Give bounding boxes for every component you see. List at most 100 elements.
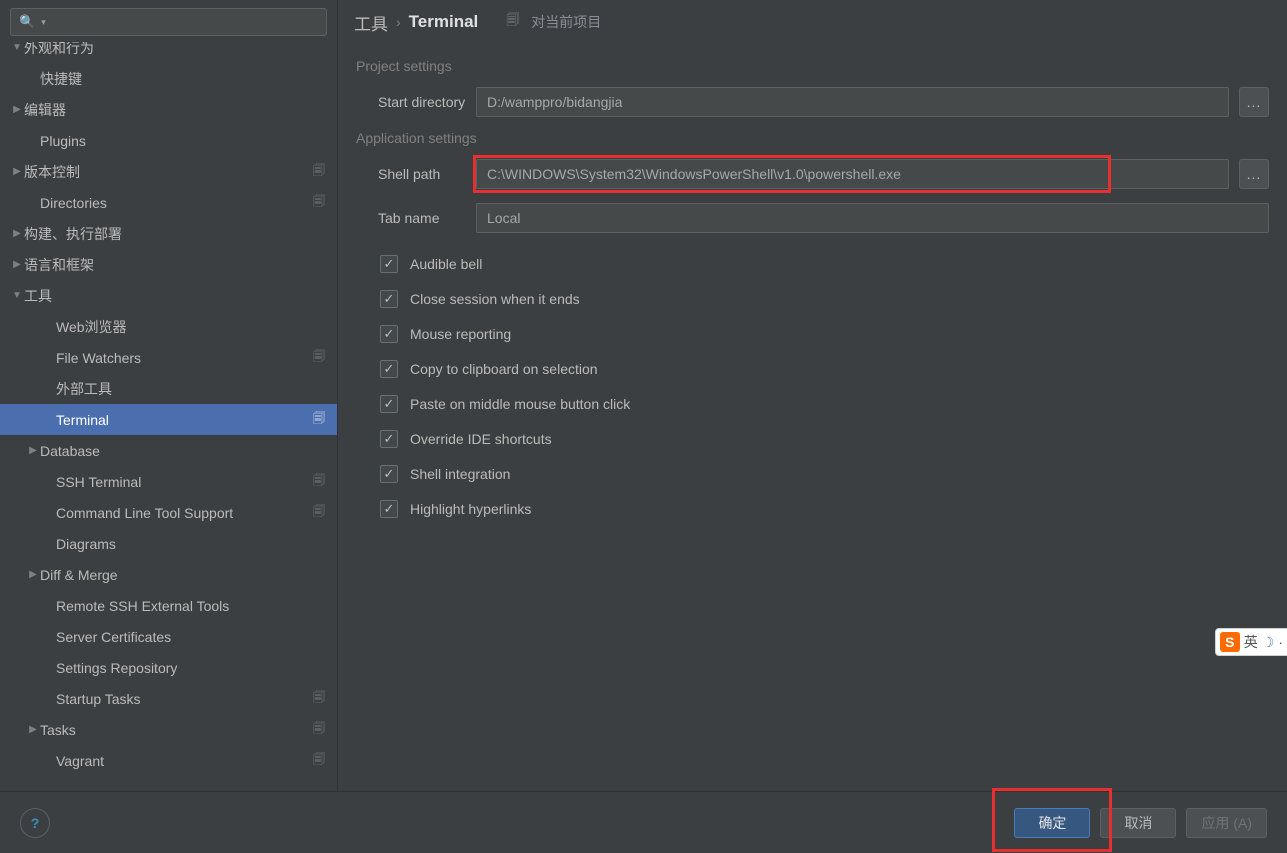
tree-item-label: 外部工具 — [56, 379, 325, 399]
tree-item-database[interactable]: ▶Database — [0, 435, 337, 466]
tree-item-web-[interactable]: Web浏览器 — [0, 311, 337, 342]
ime-lang: 英 — [1244, 632, 1258, 652]
tree-item-ssh-terminal[interactable]: SSH Terminal🗐 — [0, 466, 337, 497]
checkbox-shell-integration[interactable]: ✓Shell integration — [380, 456, 1269, 491]
ime-logo-icon: S — [1220, 632, 1240, 652]
shell-path-browse-button[interactable]: ... — [1239, 159, 1269, 189]
chevron-down-icon: ▾ — [41, 17, 46, 28]
chevron-right-icon: ▶ — [10, 228, 24, 239]
ime-indicator: S 英 ☽ · — [1215, 628, 1287, 656]
breadcrumb-root: 工具 — [354, 10, 388, 35]
shell-path-input[interactable]: C:\WINDOWS\System32\WindowsPowerShell\v1… — [476, 159, 1229, 189]
checkbox-audible-bell[interactable]: ✓Audible bell — [380, 246, 1269, 281]
start-directory-input[interactable]: D:/wamppro/bidangjia — [476, 87, 1229, 117]
tree-item-label: Web浏览器 — [56, 317, 325, 337]
checkbox-label: Mouse reporting — [410, 326, 511, 342]
checkbox-close-session-when-it-ends[interactable]: ✓Close session when it ends — [380, 281, 1269, 316]
tree-item-vagrant[interactable]: Vagrant🗐 — [0, 745, 337, 776]
checkbox-mouse-reporting[interactable]: ✓Mouse reporting — [380, 316, 1269, 351]
copy-icon: 🗐 — [313, 192, 325, 213]
search-input[interactable]: 🔍 ▾ — [10, 8, 327, 36]
start-directory-label: Start directory — [378, 94, 476, 110]
copy-icon: 🗐 — [313, 688, 325, 709]
chevron-down-icon: ▼ — [10, 290, 24, 301]
checkbox-highlight-hyperlinks[interactable]: ✓Highlight hyperlinks — [380, 491, 1269, 526]
start-directory-browse-button[interactable]: ... — [1239, 87, 1269, 117]
tree-item--[interactable]: ▶构建、执行部署 — [0, 218, 337, 249]
breadcrumb-leaf: Terminal — [409, 12, 479, 32]
tree-item--[interactable]: 外部工具 — [0, 373, 337, 404]
help-button[interactable]: ? — [20, 808, 50, 838]
tree-item-label: Vagrant — [56, 753, 313, 769]
copy-icon: 🗐 — [506, 11, 519, 33]
settings-sidebar: 🔍 ▾ ▼外观和行为快捷键▶编辑器Plugins▶版本控制🗐Directorie… — [0, 0, 338, 791]
tree-item-terminal[interactable]: Terminal🗐 — [0, 404, 337, 435]
tree-item-label: 编辑器 — [24, 100, 325, 120]
checkbox-box: ✓ — [380, 255, 398, 273]
chevron-right-icon: ▶ — [26, 445, 40, 456]
checkbox-box: ✓ — [380, 395, 398, 413]
checkbox-label: Close session when it ends — [410, 291, 580, 307]
options-checklist: ✓Audible bell✓Close session when it ends… — [380, 246, 1269, 526]
tree-item-file-watchers[interactable]: File Watchers🗐 — [0, 342, 337, 373]
chevron-right-icon: ▶ — [10, 166, 24, 177]
dialog-footer: ? 确定 取消 应用 (A) — [0, 791, 1287, 853]
tree-item-label: Server Certificates — [56, 629, 325, 645]
shell-path-value: C:\WINDOWS\System32\WindowsPowerShell\v1… — [487, 166, 901, 182]
copy-icon: 🗐 — [313, 750, 325, 771]
tree-item-label: 构建、执行部署 — [24, 224, 325, 244]
tree-item-diff-merge[interactable]: ▶Diff & Merge — [0, 559, 337, 590]
copy-icon: 🗐 — [313, 347, 325, 368]
tree-item--[interactable]: ▶编辑器 — [0, 94, 337, 125]
tree-item--[interactable]: ▼工具 — [0, 280, 337, 311]
tree-item-server-certificates[interactable]: Server Certificates — [0, 621, 337, 652]
tree-item-remote-ssh-external-tools[interactable]: Remote SSH External Tools — [0, 590, 337, 621]
copy-icon: 🗐 — [313, 502, 325, 523]
tree-item-command-line-tool-support[interactable]: Command Line Tool Support🗐 — [0, 497, 337, 528]
apply-button[interactable]: 应用 (A) — [1186, 808, 1267, 838]
checkbox-paste-on-middle-mouse-button-click[interactable]: ✓ Paste on middle mouse button click — [380, 386, 1269, 421]
tree-item--[interactable]: 快捷键 — [0, 63, 337, 94]
tree-item-label: Command Line Tool Support — [56, 505, 313, 521]
chevron-right-icon: ▶ — [10, 259, 24, 270]
tab-name-input[interactable]: Local — [476, 203, 1269, 233]
checkbox-label: Override IDE shortcuts — [410, 431, 552, 447]
tree-item-label: 工具 — [24, 286, 325, 306]
shell-path-label: Shell path — [378, 166, 476, 182]
tree-item--[interactable]: ▼外观和行为 — [0, 42, 337, 63]
checkbox-label: Paste on middle mouse button click — [410, 396, 630, 412]
copy-icon: 🗐 — [313, 719, 325, 740]
checkbox-box: ✓ — [380, 430, 398, 448]
tree-item-label: Terminal — [56, 412, 313, 428]
ok-button[interactable]: 确定 — [1014, 808, 1090, 838]
tree-item-settings-repository[interactable]: Settings Repository — [0, 652, 337, 683]
checkbox-copy-to-clipboard-on-selection[interactable]: ✓Copy to clipboard on selection — [380, 351, 1269, 386]
copy-icon: 🗐 — [313, 409, 325, 430]
tree-item-label: Diagrams — [56, 536, 325, 552]
tree-item-label: Startup Tasks — [56, 691, 313, 707]
tree-item-plugins[interactable]: Plugins — [0, 125, 337, 156]
checkbox-override-ide-shortcuts[interactable]: ✓ Override IDE shortcuts — [380, 421, 1269, 456]
tree-item-diagrams[interactable]: Diagrams — [0, 528, 337, 559]
settings-tree[interactable]: ▼外观和行为快捷键▶编辑器Plugins▶版本控制🗐Directories🗐▶构… — [0, 42, 337, 791]
tree-item--[interactable]: ▶语言和框架 — [0, 249, 337, 280]
cancel-button[interactable]: 取消 — [1100, 808, 1176, 838]
checkbox-label: Shell integration — [410, 466, 510, 482]
tree-item-label: Remote SSH External Tools — [56, 598, 325, 614]
tree-item-directories[interactable]: Directories🗐 — [0, 187, 337, 218]
copy-icon: 🗐 — [313, 471, 325, 492]
scope-label: 对当前项目 — [531, 12, 601, 32]
tree-item-startup-tasks[interactable]: Startup Tasks🗐 — [0, 683, 337, 714]
tree-item-label: Tasks — [40, 722, 313, 738]
checkbox-label: Copy to clipboard on selection — [410, 361, 598, 377]
tree-item-label: Database — [40, 443, 325, 459]
tree-item-label: Diff & Merge — [40, 567, 325, 583]
tree-item-label: 快捷键 — [40, 69, 325, 89]
copy-icon: 🗐 — [313, 161, 325, 182]
tree-item-label: Plugins — [40, 133, 325, 149]
start-directory-value: D:/wamppro/bidangjia — [487, 94, 622, 110]
tree-item-label: 版本控制 — [24, 162, 313, 182]
tree-item-label: Directories — [40, 195, 313, 211]
tree-item-tasks[interactable]: ▶Tasks🗐 — [0, 714, 337, 745]
tree-item--[interactable]: ▶版本控制🗐 — [0, 156, 337, 187]
